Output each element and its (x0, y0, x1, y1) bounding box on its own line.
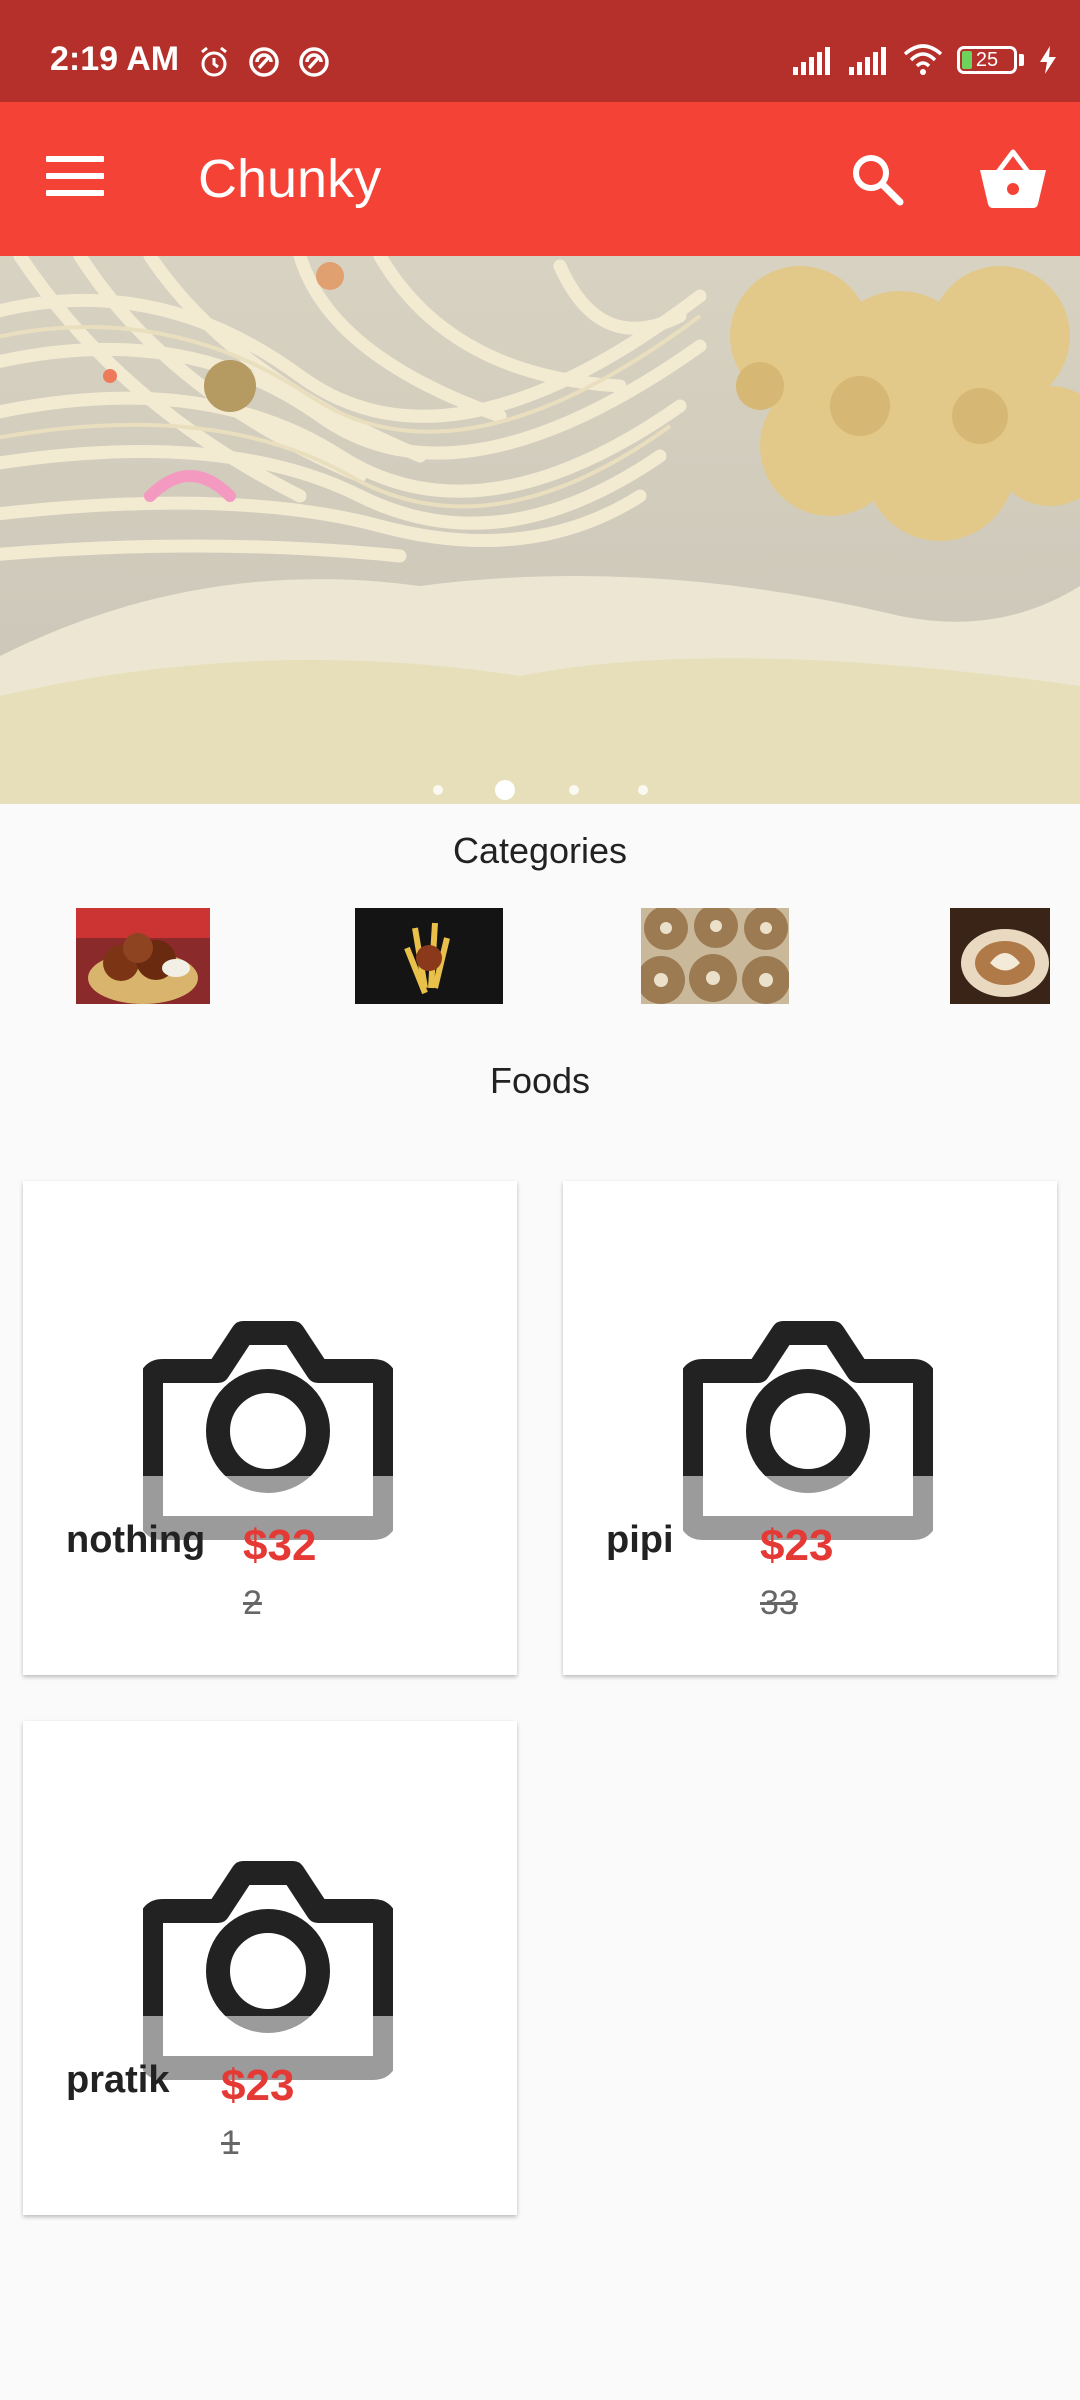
app-title: Chunky (198, 149, 382, 209)
carousel-dot[interactable] (569, 785, 579, 795)
battery-level: 25 (975, 48, 999, 71)
camera-placeholder-icon (143, 1861, 393, 2081)
signal-icon (849, 47, 886, 75)
food-old-price: 1 (221, 2124, 240, 2162)
carousel-dot-active[interactable] (495, 780, 515, 800)
app-bar: Chunky (0, 102, 1080, 256)
latte-art-photo (950, 908, 1050, 1004)
food-price: $23 (760, 1521, 834, 1570)
carousel-dot[interactable] (638, 785, 648, 795)
battery-tip (1019, 54, 1024, 66)
hamburger-menu-icon[interactable] (46, 156, 104, 204)
search-icon[interactable] (848, 150, 908, 210)
foods-heading: Foods (489, 1060, 591, 1101)
food-card[interactable]: nothing $32 2 (23, 1181, 517, 1675)
carousel-dot[interactable] (433, 785, 443, 795)
wifi-icon (903, 44, 943, 75)
status-system-icons: 25 (791, 44, 1058, 76)
status-bar: 2:19 AM 25 (0, 0, 1080, 102)
battery-indicator: 25 (957, 46, 1017, 74)
camera-placeholder-icon (143, 1321, 393, 1541)
category-thumbnail[interactable] (355, 908, 503, 1004)
food-name: pratik (66, 2059, 170, 2101)
food-old-price: 2 (243, 1584, 262, 1622)
sync-icon (299, 47, 329, 77)
food-price: $32 (243, 1521, 317, 1570)
category-thumbnail[interactable] (950, 908, 1050, 1004)
signal-icon (793, 47, 830, 75)
status-notification-icons (196, 44, 332, 80)
alarm-icon (201, 46, 227, 77)
fried-chicken-photo (76, 908, 210, 1004)
food-old-price: 33 (760, 1584, 798, 1622)
donuts-photo (641, 908, 789, 1004)
camera-placeholder-icon (683, 1321, 933, 1541)
food-name: nothing (66, 1519, 206, 1561)
categories-heading: Categories (452, 830, 628, 871)
shopping-basket-icon[interactable] (978, 146, 1048, 210)
category-thumbnail[interactable] (76, 908, 210, 1004)
category-thumbnail[interactable] (641, 908, 789, 1004)
banner-carousel-image[interactable] (0, 256, 1080, 804)
status-time: 2:19 AM (50, 40, 180, 78)
sync-icon (249, 47, 279, 77)
carousel-indicator[interactable] (0, 780, 1080, 800)
charging-icon (1040, 46, 1056, 74)
food-card[interactable]: pratik $23 1 (23, 1721, 517, 2215)
food-name: pipi (606, 1519, 674, 1561)
fries-photo (355, 908, 503, 1004)
food-photo (0, 256, 1080, 804)
food-price: $23 (221, 2061, 295, 2110)
food-card[interactable]: pipi $23 33 (563, 1181, 1057, 1675)
